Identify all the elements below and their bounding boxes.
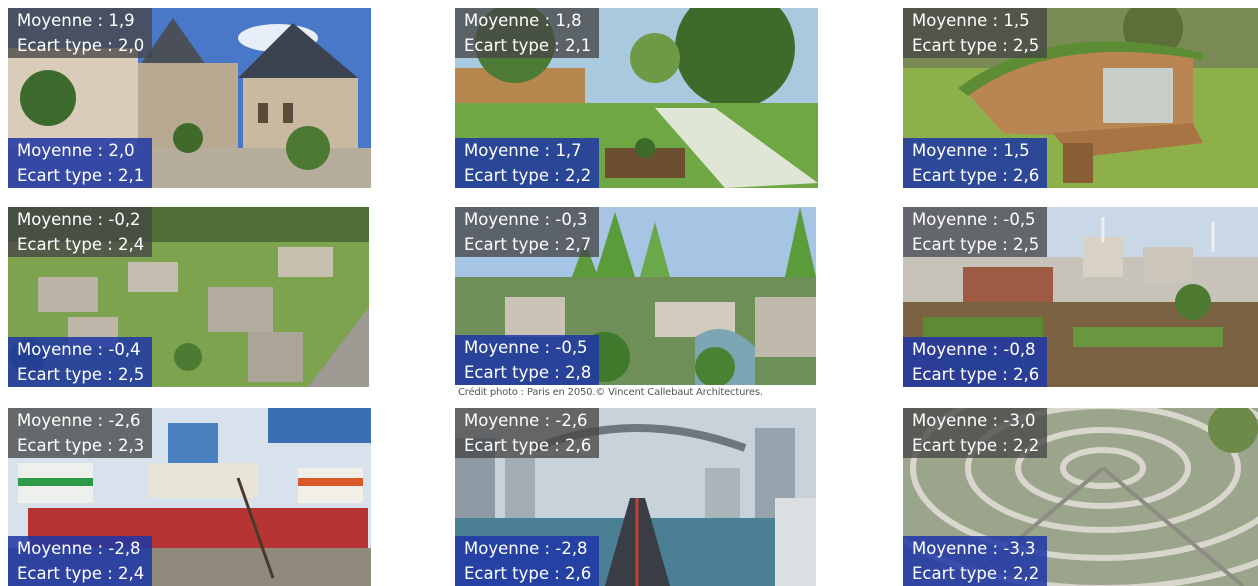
mean-text: Moyenne : -3,3: [912, 539, 1036, 558]
mean-text: Moyenne : -3,0: [912, 411, 1036, 430]
std-dev-text: Ecart type : 2,7: [464, 235, 592, 254]
bottom-score-label: Moyenne : 2,0 Ecart type : 2,1: [8, 138, 153, 188]
top-score-label: Moyenne : -2,6 Ecart type : 2,3: [8, 408, 153, 458]
std-dev-text: Ecart type : 2,1: [17, 166, 145, 185]
mean-text: Moyenne : 1,8: [464, 11, 582, 30]
std-dev-text: Ecart type : 2,6: [912, 166, 1040, 185]
std-dev-text: Ecart type : 2,5: [912, 36, 1040, 55]
top-score-label: Moyenne : -0,2 Ecart type : 2,4: [8, 207, 153, 257]
std-dev-text: Ecart type : 2,3: [17, 436, 145, 455]
mean-text: Moyenne : -2,6: [17, 411, 141, 430]
mean-text: Moyenne : -0,5: [464, 338, 588, 357]
bottom-score-label: Moyenne : -0,5 Ecart type : 2,8: [455, 335, 600, 385]
photo-tile-green-park: Moyenne : 1,8 Ecart type : 2,1 Moyenne :…: [455, 8, 818, 188]
mean-text: Moyenne : -2,8: [464, 539, 588, 558]
mean-text: Moyenne : -0,8: [912, 340, 1036, 359]
std-dev-text: Ecart type : 2,5: [17, 365, 145, 384]
bottom-score-label: Moyenne : -0,4 Ecart type : 2,5: [8, 337, 153, 387]
mean-text: Moyenne : 1,5: [912, 141, 1030, 160]
mean-text: Moyenne : 1,7: [464, 141, 582, 160]
photo-tile-circular-suburb: Moyenne : -3,0 Ecart type : 2,2 Moyenne …: [903, 408, 1258, 586]
mean-text: Moyenne : 2,0: [17, 141, 135, 160]
top-score-label: Moyenne : -0,5 Ecart type : 2,5: [903, 207, 1048, 257]
mean-text: Moyenne : -2,8: [17, 539, 141, 558]
photo-tile-housing-estate: Moyenne : -0,2 Ecart type : 2,4 Moyenne …: [8, 207, 369, 387]
mean-text: Moyenne : -0,5: [912, 210, 1036, 229]
std-dev-text: Ecart type : 2,6: [464, 436, 592, 455]
top-score-label: Moyenne : 1,8 Ecart type : 2,1: [455, 8, 600, 58]
top-score-label: Moyenne : -3,0 Ecart type : 2,2: [903, 408, 1048, 458]
mean-text: Moyenne : -0,3: [464, 210, 588, 229]
std-dev-text: Ecart type : 2,1: [464, 36, 592, 55]
std-dev-text: Ecart type : 2,0: [17, 36, 145, 55]
bottom-score-label: Moyenne : 1,5 Ecart type : 2,6: [903, 138, 1048, 188]
top-score-label: Moyenne : 1,9 Ecart type : 2,0: [8, 8, 153, 58]
photo-tile-caravans: Moyenne : -2,6 Ecart type : 2,3 Moyenne …: [8, 408, 371, 586]
mean-text: Moyenne : -0,4: [17, 340, 141, 359]
photo-tile-medieval-town: Moyenne : 1,9 Ecart type : 2,0 Moyenne :…: [8, 8, 371, 188]
top-score-label: Moyenne : -2,6 Ecart type : 2,6: [455, 408, 600, 458]
bottom-score-label: Moyenne : -0,8 Ecart type : 2,6: [903, 337, 1048, 387]
mean-text: Moyenne : 1,9: [17, 11, 135, 30]
photo-tile-urban-farm: Moyenne : -0,5 Ecart type : 2,5 Moyenne …: [903, 207, 1258, 387]
bottom-score-label: Moyenne : -3,3 Ecart type : 2,2: [903, 536, 1048, 586]
photo-credit: Crédit photo : Paris en 2050.© Vincent C…: [458, 387, 763, 398]
top-score-label: Moyenne : -0,3 Ecart type : 2,7: [455, 207, 600, 257]
mean-text: Moyenne : 1,5: [912, 11, 1030, 30]
top-score-label: Moyenne : 1,5 Ecart type : 2,5: [903, 8, 1048, 58]
mean-text: Moyenne : -2,6: [464, 411, 588, 430]
bottom-score-label: Moyenne : -2,8 Ecart type : 2,4: [8, 536, 153, 586]
std-dev-text: Ecart type : 2,2: [912, 436, 1040, 455]
std-dev-text: Ecart type : 2,6: [464, 564, 592, 583]
std-dev-text: Ecart type : 2,4: [17, 235, 145, 254]
std-dev-text: Ecart type : 2,4: [17, 564, 145, 583]
photo-tile-megacity: Moyenne : -2,6 Ecart type : 2,6 Moyenne …: [455, 408, 816, 586]
std-dev-text: Ecart type : 2,5: [912, 235, 1040, 254]
photo-tile-eco-pod: Moyenne : 1,5 Ecart type : 2,5 Moyenne :…: [903, 8, 1258, 188]
bottom-score-label: Moyenne : -2,8 Ecart type : 2,6: [455, 536, 600, 586]
std-dev-text: Ecart type : 2,2: [912, 564, 1040, 583]
photo-tile-vertical-forest: Moyenne : -0,3 Ecart type : 2,7 Moyenne …: [455, 207, 816, 385]
std-dev-text: Ecart type : 2,6: [912, 365, 1040, 384]
std-dev-text: Ecart type : 2,8: [464, 363, 592, 382]
std-dev-text: Ecart type : 2,2: [464, 166, 592, 185]
bottom-score-label: Moyenne : 1,7 Ecart type : 2,2: [455, 138, 600, 188]
mean-text: Moyenne : -0,2: [17, 210, 141, 229]
